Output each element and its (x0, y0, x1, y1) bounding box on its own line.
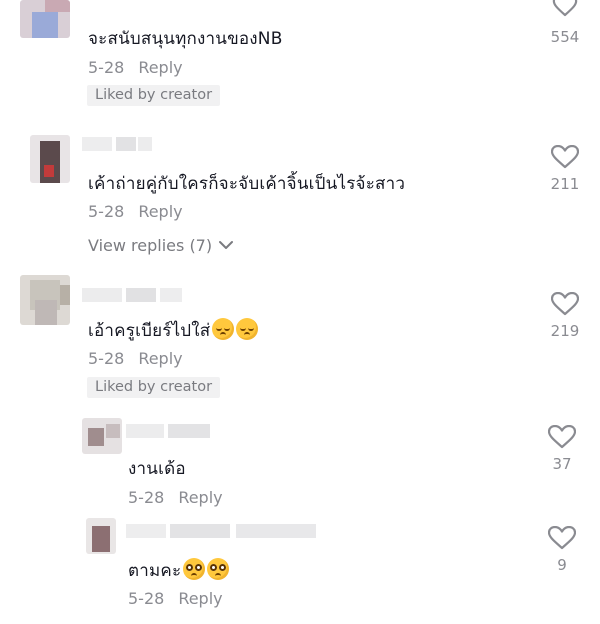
like-count: 37 (552, 455, 572, 473)
reply-button[interactable]: Reply (178, 589, 222, 608)
pleading-face-emoji (183, 558, 206, 580)
avatar[interactable] (20, 0, 70, 38)
liked-by-creator-badge: Liked by creator (87, 377, 221, 398)
username-blurred (82, 137, 152, 151)
avatar[interactable] (82, 418, 122, 454)
chevron-down-icon (219, 241, 234, 249)
reply-button[interactable]: Reply (138, 349, 182, 368)
username-blurred (82, 288, 182, 302)
like-button[interactable]: 219 (540, 292, 590, 340)
reply-button[interactable]: Reply (138, 58, 182, 77)
comment-date: 5-28 (88, 58, 125, 77)
like-button[interactable]: 211 (540, 145, 590, 193)
comment-meta: 5-28 Reply (88, 58, 183, 77)
heart-outline-icon (551, 292, 579, 316)
liked-by-creator-badge: Liked by creator (87, 85, 221, 106)
relieved-face-emoji (212, 318, 235, 340)
username-blurred (126, 424, 210, 438)
comment-text: ตามคะ (128, 557, 230, 584)
comment-meta: 5-28 Reply (128, 589, 223, 608)
view-replies-button[interactable]: View replies (7) (88, 236, 234, 255)
like-count: 211 (550, 175, 580, 193)
heart-outline-icon (552, 0, 578, 17)
comment-date: 5-28 (88, 349, 125, 368)
comment-meta: 5-28 Reply (88, 202, 183, 221)
like-count: 554 (550, 28, 580, 46)
comment-date: 5-28 (128, 488, 165, 507)
reply-button[interactable]: Reply (138, 202, 182, 221)
username-blurred (126, 524, 316, 538)
comment-text: เอ้าครูเบียร์ไปใส่ (88, 317, 259, 344)
heart-outline-icon (548, 425, 576, 449)
avatar[interactable] (20, 275, 70, 325)
heart-outline-icon (548, 526, 576, 550)
relieved-face-emoji (236, 318, 259, 340)
comment-text: เค้าถ่ายคู่กับใครก็จะจับเค้าจิ้นเป็นไรจ้… (88, 174, 406, 194)
comment-text: จะสนับสนุนทุกงานของNB (88, 29, 283, 49)
heart-outline-icon (551, 145, 579, 169)
comment-text: งานเด้อ (128, 459, 186, 479)
like-button[interactable]: 9 (537, 526, 587, 574)
reply-button[interactable]: Reply (178, 488, 222, 507)
like-button[interactable]: 554 (540, 0, 590, 46)
like-count: 219 (550, 322, 580, 340)
like-button[interactable]: 37 (537, 425, 587, 473)
avatar[interactable] (86, 518, 116, 554)
comment-meta: 5-28 Reply (128, 488, 223, 507)
like-count: 9 (557, 556, 567, 574)
comment-date: 5-28 (128, 589, 165, 608)
comment-date: 5-28 (88, 202, 125, 221)
pleading-face-emoji (207, 558, 230, 580)
avatar[interactable] (30, 135, 70, 183)
comment-meta: 5-28 Reply (88, 349, 183, 368)
